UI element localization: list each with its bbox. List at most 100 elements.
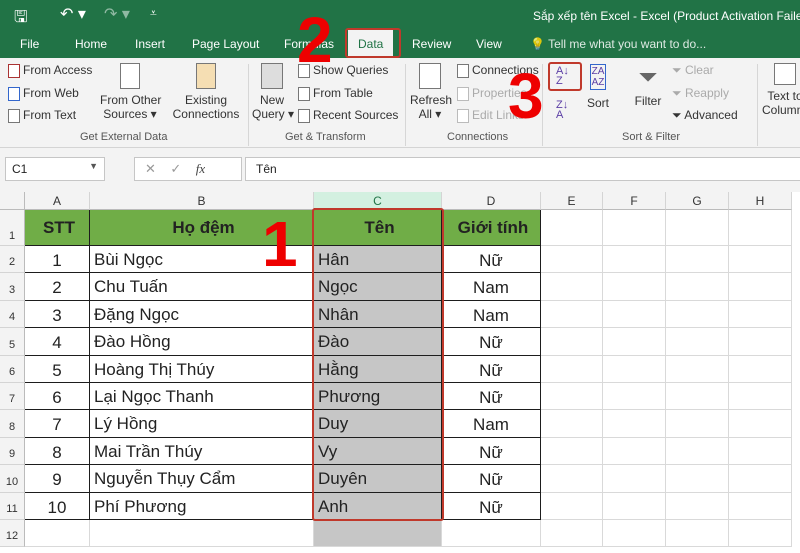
- tab-home[interactable]: Home: [75, 37, 107, 51]
- save-icon[interactable]: 🖫: [14, 6, 28, 33]
- table-cell[interactable]: Nữ: [442, 246, 541, 273]
- table-cell[interactable]: 4: [25, 328, 90, 356]
- reapply-button[interactable]: ⏷ Reapply: [672, 86, 729, 101]
- row-header-2[interactable]: 2: [0, 246, 25, 273]
- empty-cell[interactable]: [603, 520, 666, 547]
- row-header-5[interactable]: 5: [0, 328, 25, 356]
- row-header-6[interactable]: 6: [0, 356, 25, 383]
- empty-cell[interactable]: [603, 301, 666, 328]
- table-cell[interactable]: Nữ: [442, 438, 541, 465]
- empty-cell[interactable]: [442, 520, 541, 547]
- table-cell[interactable]: Nữ: [442, 465, 541, 493]
- empty-cell[interactable]: [541, 410, 603, 438]
- formula-input[interactable]: Tên: [245, 157, 800, 181]
- table-cell[interactable]: Đào Hồng: [90, 328, 314, 356]
- new-query-button[interactable]: New Query ▾: [252, 63, 294, 121]
- row-header-1[interactable]: 1: [0, 210, 25, 246]
- row-header-7[interactable]: 7: [0, 383, 25, 410]
- column-header-H[interactable]: H: [729, 192, 792, 210]
- row-header-4[interactable]: 4: [0, 301, 25, 328]
- empty-cell[interactable]: [666, 438, 729, 465]
- column-header-F[interactable]: F: [603, 192, 666, 210]
- customize-icon[interactable]: ⩡: [150, 6, 157, 21]
- text-to-columns-button[interactable]: Text toColumns: [762, 63, 800, 117]
- cancel-icon[interactable]: ✕: [145, 161, 156, 176]
- table-cell[interactable]: Mai Trần Thúy: [90, 438, 314, 465]
- empty-cell[interactable]: [541, 493, 603, 520]
- tell-me-search[interactable]: 💡 Tell me what you want to do...: [530, 37, 706, 51]
- empty-cell[interactable]: [666, 246, 729, 273]
- empty-cell[interactable]: [541, 438, 603, 465]
- column-header-A[interactable]: A: [25, 192, 90, 210]
- tab-review[interactable]: Review: [412, 37, 451, 51]
- table-cell[interactable]: Nữ: [442, 356, 541, 383]
- empty-cell[interactable]: [666, 465, 729, 493]
- table-cell[interactable]: 3: [25, 301, 90, 328]
- empty-cell[interactable]: [541, 465, 603, 493]
- chevron-down-icon[interactable]: ▼: [89, 161, 98, 171]
- empty-cell[interactable]: [729, 493, 792, 520]
- row-header-8[interactable]: 8: [0, 410, 25, 438]
- sort-z-to-a-button[interactable]: Z↓ A: [556, 100, 568, 121]
- empty-cell[interactable]: [729, 328, 792, 356]
- empty-cell[interactable]: [729, 438, 792, 465]
- table-cell[interactable]: 1: [25, 246, 90, 273]
- empty-cell[interactable]: [603, 383, 666, 410]
- empty-cell[interactable]: [314, 520, 442, 547]
- tab-page-layout[interactable]: Page Layout: [192, 37, 259, 51]
- empty-cell[interactable]: [666, 493, 729, 520]
- recent-sources-button[interactable]: Recent Sources: [298, 108, 398, 123]
- empty-cell[interactable]: [603, 356, 666, 383]
- tab-view[interactable]: View: [476, 37, 502, 51]
- table-cell[interactable]: 6: [25, 383, 90, 410]
- sort-button[interactable]: ZA AZ Sort: [584, 64, 612, 110]
- enter-icon[interactable]: ✓: [170, 161, 181, 176]
- clear-button[interactable]: ⏷ Clear: [672, 63, 714, 78]
- empty-cell[interactable]: [541, 520, 603, 547]
- row-header-9[interactable]: 9: [0, 438, 25, 465]
- empty-cell[interactable]: [541, 301, 603, 328]
- empty-cell[interactable]: [603, 438, 666, 465]
- tab-insert[interactable]: Insert: [135, 37, 165, 51]
- from-access-button[interactable]: From Access: [8, 63, 92, 78]
- name-box[interactable]: C1 ▼: [5, 157, 105, 181]
- empty-cell[interactable]: [541, 273, 603, 301]
- table-cell[interactable]: Nữ: [442, 493, 541, 520]
- table-cell[interactable]: Nam: [442, 410, 541, 438]
- table-cell[interactable]: Nguyễn Thụy Cẩm: [90, 465, 314, 493]
- empty-cell[interactable]: [729, 301, 792, 328]
- empty-cell[interactable]: [603, 246, 666, 273]
- header-cell[interactable]: Giới tính: [442, 210, 541, 246]
- empty-cell[interactable]: [603, 410, 666, 438]
- empty-cell[interactable]: [666, 328, 729, 356]
- tab-file[interactable]: File: [20, 37, 39, 51]
- empty-cell[interactable]: [603, 328, 666, 356]
- empty-cell[interactable]: [541, 383, 603, 410]
- header-cell[interactable]: STT: [25, 210, 90, 246]
- empty-cell[interactable]: [541, 246, 603, 273]
- empty-cell[interactable]: [603, 273, 666, 301]
- empty-cell[interactable]: [603, 210, 666, 246]
- table-cell[interactable]: 5: [25, 356, 90, 383]
- column-header-D[interactable]: D: [442, 192, 541, 210]
- filter-button[interactable]: ⏷ Filter: [633, 64, 663, 108]
- row-header-10[interactable]: 10: [0, 465, 25, 493]
- table-cell[interactable]: Nam: [442, 273, 541, 301]
- empty-cell[interactable]: [541, 210, 603, 246]
- column-header-G[interactable]: G: [666, 192, 729, 210]
- select-all-button[interactable]: [0, 192, 25, 210]
- table-cell[interactable]: Nam: [442, 301, 541, 328]
- empty-cell[interactable]: [666, 301, 729, 328]
- table-cell[interactable]: 8: [25, 438, 90, 465]
- redo-icon[interactable]: ↷ ▾: [104, 4, 130, 24]
- empty-cell[interactable]: [603, 465, 666, 493]
- empty-cell[interactable]: [729, 356, 792, 383]
- function-icon[interactable]: fx: [196, 161, 205, 176]
- from-web-button[interactable]: From Web: [8, 86, 79, 101]
- empty-cell[interactable]: [666, 410, 729, 438]
- column-header-E[interactable]: E: [541, 192, 603, 210]
- row-header-11[interactable]: 11: [0, 493, 25, 520]
- empty-cell[interactable]: [666, 520, 729, 547]
- empty-cell[interactable]: [729, 520, 792, 547]
- empty-cell[interactable]: [90, 520, 314, 547]
